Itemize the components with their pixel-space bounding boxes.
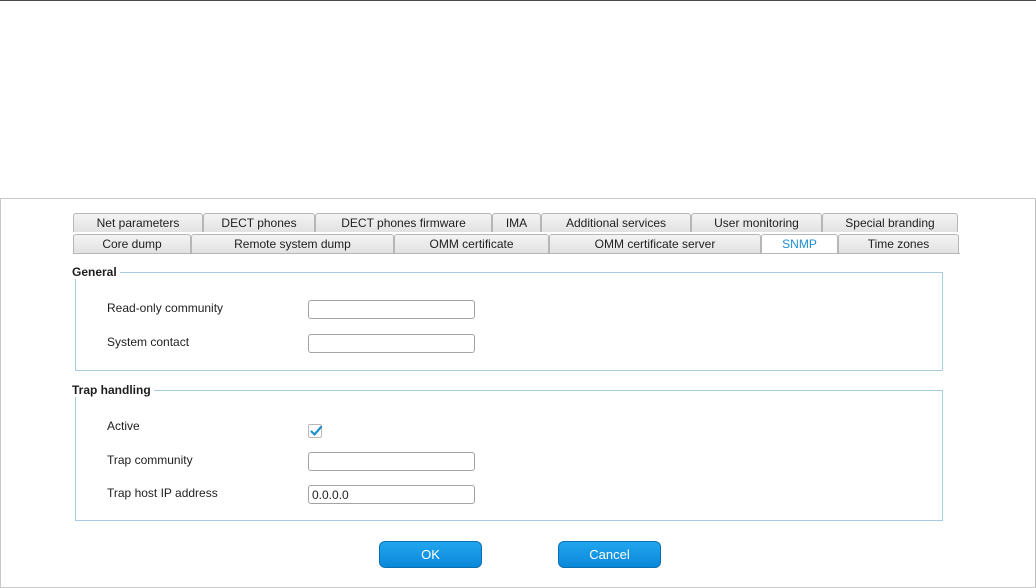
tab-time-zones[interactable]: Time zones [838, 234, 959, 253]
active-label: Active [107, 419, 140, 433]
trap-community-input[interactable] [308, 452, 475, 471]
tab-user-monitoring[interactable]: User monitoring [691, 213, 822, 232]
general-legend: General [72, 265, 117, 279]
trap-host-ip-label: Trap host IP address [107, 486, 218, 500]
tab-snmp[interactable]: SNMP [761, 234, 838, 254]
checkmark-icon [310, 425, 323, 436]
top-divider [0, 0, 1036, 1]
system-contact-input[interactable] [308, 334, 475, 353]
trap-handling-fieldset: Trap handling [72, 383, 943, 521]
tab-omm-certificate-server[interactable]: OMM certificate server [549, 234, 761, 253]
trap-community-label: Trap community [107, 453, 193, 467]
trap-host-ip-input[interactable] [308, 485, 475, 504]
trap-handling-legend: Trap handling [72, 383, 151, 397]
read-only-community-input[interactable] [308, 300, 475, 319]
tab-remote-system-dump[interactable]: Remote system dump [191, 234, 394, 253]
tab-core-dump[interactable]: Core dump [73, 234, 191, 253]
active-checkbox[interactable] [308, 424, 323, 438]
general-fieldset: General [72, 265, 943, 371]
tab-net-parameters[interactable]: Net parameters [73, 213, 203, 232]
tab-omm-certificate[interactable]: OMM certificate [394, 234, 549, 253]
tab-special-branding[interactable]: Special branding [822, 213, 958, 232]
cancel-button[interactable]: Cancel [558, 541, 661, 568]
tab-dect-phones[interactable]: DECT phones [203, 213, 315, 232]
system-contact-label: System contact [107, 335, 190, 349]
tab-dect-phones-firmware[interactable]: DECT phones firmware [315, 213, 492, 232]
tab-additional-services[interactable]: Additional services [541, 213, 691, 232]
tab-ima[interactable]: IMA [492, 213, 541, 232]
tab-baseline [73, 253, 960, 254]
read-only-community-label: Read-only community [107, 301, 224, 315]
ok-button[interactable]: OK [379, 541, 482, 568]
